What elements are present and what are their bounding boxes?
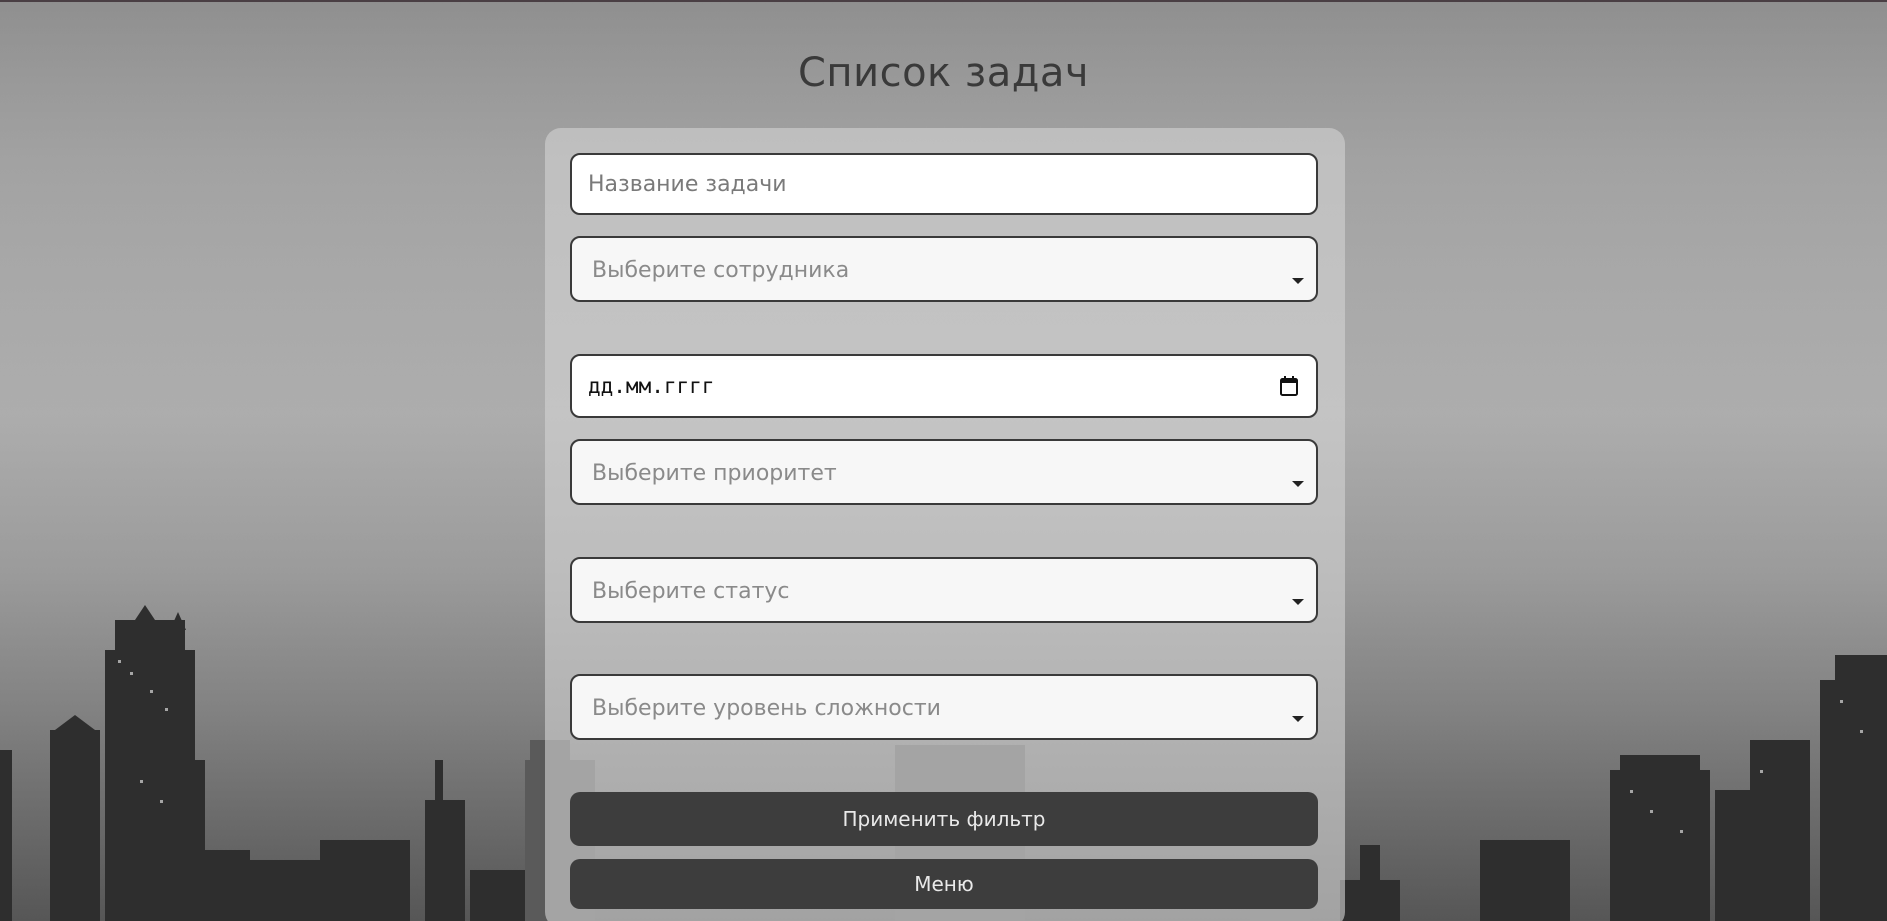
page-title: Список задач — [798, 50, 1089, 96]
calendar-icon[interactable] — [1280, 376, 1298, 396]
apply-filter-button[interactable]: Применить фильтр — [570, 792, 1318, 846]
difficulty-select[interactable]: Выберите уровень сложности — [570, 674, 1318, 740]
status-select[interactable]: Выберите статус — [570, 557, 1318, 623]
employee-select[interactable]: Выберите сотрудника — [570, 236, 1318, 302]
date-input[interactable]: дд.мм.гггг — [570, 354, 1318, 418]
status-select-label: Выберите статус — [592, 578, 790, 604]
date-input-value: дд.мм.гггг — [588, 374, 715, 398]
chevron-down-icon — [1292, 278, 1304, 284]
chevron-down-icon — [1292, 481, 1304, 487]
priority-select[interactable]: Выберите приоритет — [570, 439, 1318, 505]
chevron-down-icon — [1292, 599, 1304, 605]
menu-button[interactable]: Меню — [570, 859, 1318, 909]
priority-select-label: Выберите приоритет — [592, 460, 837, 486]
chevron-down-icon — [1292, 716, 1304, 722]
difficulty-select-label: Выберите уровень сложности — [592, 695, 941, 721]
employee-select-label: Выберите сотрудника — [592, 257, 850, 283]
task-name-input[interactable] — [570, 153, 1318, 215]
